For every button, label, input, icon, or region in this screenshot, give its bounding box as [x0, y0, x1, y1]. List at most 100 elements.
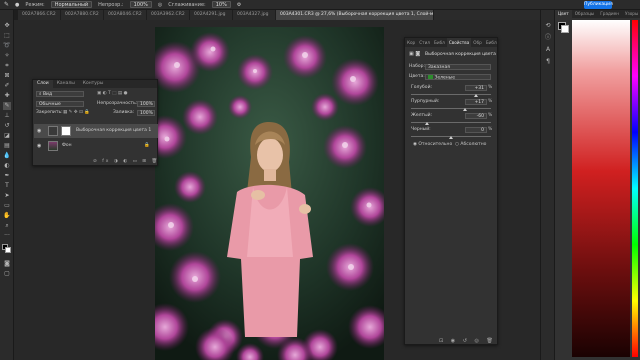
tab-active-document[interactable]: 003A4301.CR3 @ 27,6% (Выборочная коррекц… — [276, 10, 434, 20]
tab-patterns[interactable]: Узоры — [622, 10, 640, 18]
healing-tool-icon[interactable]: ✚ — [3, 92, 11, 100]
crop-tool-icon[interactable]: ⌗ — [3, 62, 11, 70]
publish-button[interactable]: Публикация — [584, 1, 613, 9]
background-color-swatch[interactable] — [5, 247, 11, 253]
tab-libraries[interactable]: Библ — [432, 38, 447, 47]
lasso-tool-icon[interactable]: ➰ — [3, 42, 11, 50]
history-brush-tool-icon[interactable]: ↺ — [3, 122, 11, 130]
cyan-slider-knob[interactable] — [473, 94, 478, 97]
tab-document[interactable]: 002A4291.jpg — [190, 10, 233, 20]
zoom-tool-icon[interactable]: ⌕ — [3, 222, 11, 230]
tab-layers[interactable]: Слои — [33, 80, 53, 88]
tab-properties[interactable]: Свойства — [446, 38, 472, 47]
pen-tool-icon[interactable]: ✒ — [3, 172, 11, 180]
layer-mask-thumbnail[interactable] — [61, 126, 71, 136]
eraser-tool-icon[interactable]: ◪ — [3, 132, 11, 140]
black-unit: % — [488, 127, 493, 132]
options-bar: ✎ ● Режим: Нормальный Непрозр.: 100% ◎ С… — [0, 0, 640, 10]
blend-mode-select[interactable]: Обычные — [36, 101, 84, 107]
hue-slider[interactable] — [632, 20, 638, 357]
opacity-input[interactable]: 100% — [129, 1, 152, 8]
marquee-tool-icon[interactable]: ⬚ — [3, 32, 11, 40]
yellow-input[interactable]: -60 — [465, 113, 487, 119]
layers-footer-icons[interactable]: ⊘ fx ◑ ◐ ▭ ⊞ 🗑 — [93, 158, 159, 165]
layer-filter-select[interactable]: ⌕ Вид — [36, 91, 84, 97]
tab-document[interactable]: 002A7866.CR2 — [18, 10, 61, 20]
brush-icon[interactable]: ✎ — [4, 1, 9, 8]
info-icon[interactable]: ⓘ — [544, 34, 552, 42]
tab-channels[interactable]: Каналы — [53, 80, 79, 88]
visibility-eye-icon[interactable]: ◉ — [37, 139, 43, 153]
screen-mode-icon[interactable]: ▢ — [3, 270, 11, 278]
magenta-unit: % — [488, 99, 493, 104]
adjustment-layer-icon — [48, 126, 58, 136]
layer-fill-input[interactable]: 100% — [137, 110, 155, 116]
more-tools-icon[interactable]: ··· — [3, 232, 11, 240]
magenta-slider-knob[interactable] — [462, 108, 467, 111]
layer-name: Фон — [62, 143, 72, 148]
tab-gradients[interactable]: Градиен — [597, 10, 622, 18]
settings-icon[interactable]: ⚙ — [237, 2, 241, 8]
tab-patterns[interactable]: Обр — [471, 38, 484, 47]
quick-select-tool-icon[interactable]: ✧ — [3, 52, 11, 60]
tab-document[interactable]: 002A7880.CR2 — [61, 10, 104, 20]
method-absolute-radio[interactable]: ○ Абсолютно — [455, 142, 486, 147]
brush-size-icon[interactable]: ● — [15, 2, 19, 8]
blur-tool-icon[interactable]: 💧 — [3, 152, 11, 160]
history-icon[interactable]: ⟲ — [544, 22, 552, 30]
layer-thumbnail — [48, 141, 58, 151]
layer-filter-icons[interactable]: ▣ ◐ T ⬚ ▤ ● — [97, 90, 128, 97]
frame-tool-icon[interactable]: ⊠ — [3, 72, 11, 80]
lock-icons[interactable]: ▦ ✎ ✥ ⊡ 🔒 — [63, 109, 90, 116]
method-relative-radio[interactable]: ◉ Относительно — [413, 142, 452, 147]
colors-select[interactable]: Зеленые — [425, 74, 491, 81]
tab-document[interactable]: 002A8046.CR2 — [104, 10, 147, 20]
character-icon[interactable]: A — [544, 46, 552, 54]
layer-row[interactable]: ◉ Выборочная коррекция цвета 1 — [34, 124, 158, 138]
tab-styles[interactable]: Стил — [417, 38, 432, 47]
layer-filter-value: Вид — [42, 92, 53, 97]
yellow-slider-knob[interactable] — [425, 122, 429, 125]
tab-swatches[interactable]: Образцы — [572, 10, 598, 18]
yellow-slider-track[interactable] — [411, 122, 491, 123]
colors-label: Цвета: — [409, 74, 425, 79]
pressure-icon[interactable]: ◎ — [158, 2, 162, 8]
tab-color[interactable]: Цвет — [555, 10, 572, 18]
black-slider-knob[interactable] — [449, 136, 453, 139]
black-input[interactable]: 0 — [465, 127, 487, 133]
magenta-input[interactable]: +17 — [465, 99, 487, 105]
gradient-tool-icon[interactable]: ▤ — [3, 142, 11, 150]
eyedropper-tool-icon[interactable]: ✐ — [3, 82, 11, 90]
cyan-slider-track[interactable] — [411, 94, 491, 95]
color-panel-background-swatch[interactable] — [561, 25, 569, 33]
visibility-eye-icon[interactable]: ◉ — [37, 124, 43, 138]
preset-select[interactable]: Заказная — [425, 64, 491, 70]
dodge-tool-icon[interactable]: ◐ — [3, 162, 11, 170]
properties-footer-icons[interactable]: ⊡ ◉ ↺ ◎ 🗑 — [439, 338, 496, 344]
stamp-tool-icon[interactable]: ⊥ — [3, 112, 11, 120]
tab-document[interactable]: 003A4327.jpg — [233, 10, 276, 20]
color-spectrum-picker[interactable] — [572, 20, 630, 357]
smoothing-input[interactable]: 10% — [211, 1, 231, 8]
cyan-input[interactable]: +31 — [465, 85, 487, 91]
move-tool-icon[interactable]: ✥ — [3, 22, 11, 30]
layer-opacity-input[interactable]: 100% — [137, 101, 155, 107]
shape-tool-icon[interactable]: ▭ — [3, 202, 11, 210]
hand-tool-icon[interactable]: ✋ — [3, 212, 11, 220]
tab-document[interactable]: 003A3962.CR2 — [147, 10, 190, 20]
paragraph-icon[interactable]: ¶ — [544, 58, 552, 66]
properties-panel-tabs: Кор Стил Библ Свойства Обр Библ — [405, 38, 497, 47]
brush-tool-icon[interactable]: ✎ — [3, 102, 11, 110]
layers-panel: Слои Каналы Контуры ⌕ Вид ▣ ◐ T ⬚ ▤ ● Об… — [32, 79, 158, 166]
mode-select[interactable]: Нормальный — [50, 1, 93, 8]
type-tool-icon[interactable]: T — [3, 182, 11, 190]
tab-paths[interactable]: Контуры — [79, 80, 108, 88]
colors-value: Зеленые — [434, 75, 455, 81]
magenta-slider-track[interactable] — [411, 108, 491, 109]
tab-adjustments[interactable]: Кор — [405, 38, 417, 47]
quick-mask-icon[interactable]: ◙ — [3, 260, 11, 268]
document-photo[interactable] — [155, 27, 384, 360]
layer-row[interactable]: ◉ Фон 🔒 — [34, 139, 158, 153]
tab-libraries-2[interactable]: Библ — [484, 38, 499, 47]
path-select-tool-icon[interactable]: ➤ — [3, 192, 11, 200]
